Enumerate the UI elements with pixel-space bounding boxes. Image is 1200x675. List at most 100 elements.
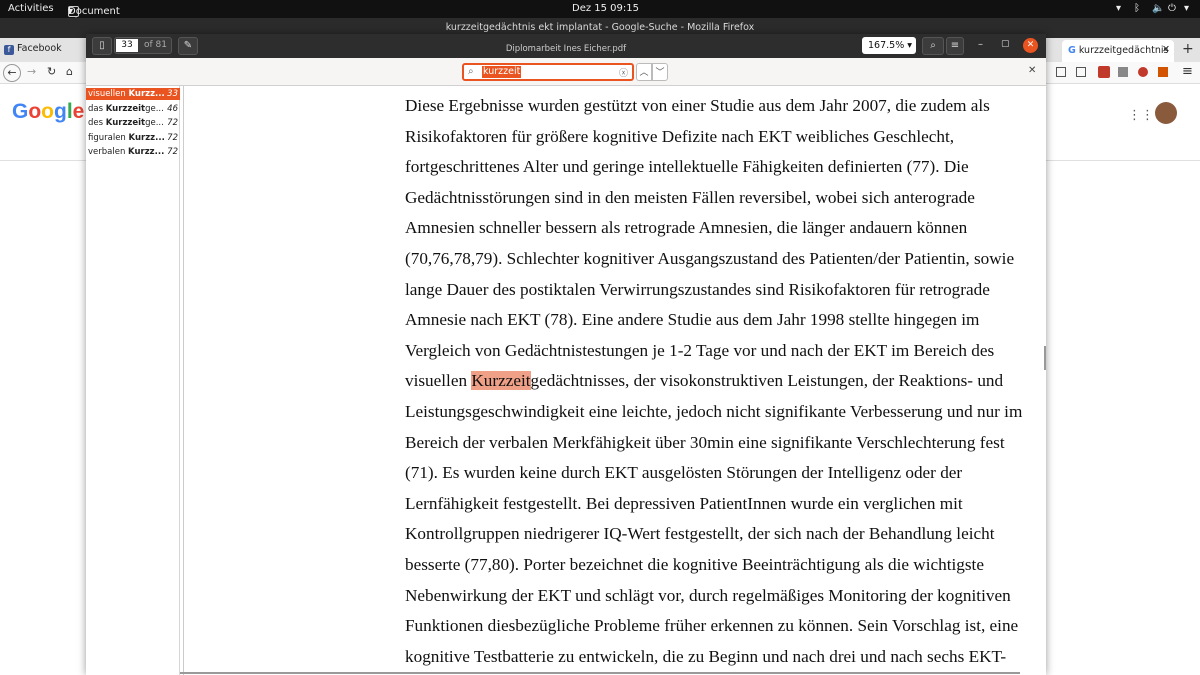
annotate-pencil-icon[interactable]: ✎ (178, 37, 198, 55)
library-icon[interactable] (1056, 67, 1066, 77)
search-result-item[interactable]: verbalen Kurzz... 72 (86, 146, 181, 158)
search-result-item[interactable]: das Kurzzeitge... 46 (86, 103, 181, 115)
system-menu-chevron-icon[interactable]: ▾ (1184, 3, 1189, 14)
search-toggle-button[interactable]: ⌕ (922, 37, 944, 55)
document-text-line: Vergleich von Gedächtnistestungen je 1-2… (405, 340, 995, 360)
zoom-value: 167.5% (868, 40, 905, 51)
document-page-view[interactable]: Diese Ergebnisse wurden gestützt von ein… (180, 86, 1046, 675)
result-page-number: 46 (167, 103, 178, 114)
page-number-input[interactable]: 33 (116, 39, 138, 52)
result-page-number: 72 (167, 118, 178, 128)
result-context: ge... (145, 118, 164, 128)
new-tab-button[interactable]: + (1182, 41, 1194, 57)
tab-facebook[interactable]: f Facebook (4, 43, 62, 57)
result-context: visuellen (88, 89, 129, 99)
google-tab-icon: G (1068, 45, 1076, 56)
chevron-down-icon: ▾ (68, 6, 74, 17)
close-findbar-icon[interactable]: ✕ (1028, 65, 1036, 76)
result-match: Kurzz... (128, 147, 165, 157)
sidebar-icon[interactable] (1076, 67, 1086, 77)
result-context: des (88, 118, 106, 128)
extension-megaphone-icon[interactable] (1158, 67, 1168, 77)
google-logo[interactable]: Google (12, 100, 84, 124)
tab-active[interactable]: G kurzzeitgedächtnis ✕ (1062, 40, 1174, 62)
document-text-line: Amnesien schneller bessern als retrograd… (405, 218, 968, 238)
document-text-line: visuellen Kurzzeitgedächtnisses, der vis… (405, 371, 1004, 391)
volume-icon[interactable]: 🔈 (1152, 3, 1164, 14)
zoom-select[interactable]: 167.5% ▾ (862, 37, 916, 54)
search-results-sidebar: visuellen Kurzz... 33 das Kurzzeitge... 46 d… (86, 86, 181, 675)
apps-grid-icon[interactable]: ⋮⋮ (1128, 108, 1154, 123)
search-result-item[interactable]: des Kurzzeitge... 72 (86, 117, 181, 129)
result-context: verbalen (88, 147, 129, 157)
power-icon[interactable]: ⏻ (1168, 3, 1176, 14)
result-page-number: 72 (167, 147, 178, 157)
page-total: of 81 (144, 40, 167, 50)
network-icon[interactable]: ▾ (1116, 3, 1121, 14)
result-context: figuralen (88, 132, 129, 143)
search-input[interactable]: ⌕ kurzzeit ⓧ (462, 63, 634, 81)
result-match: Kurzz... (128, 89, 165, 99)
ublock-icon[interactable] (1098, 66, 1110, 78)
chevron-down-icon: ▾ (907, 40, 912, 51)
clock[interactable]: Dez 15 09:15 (572, 3, 639, 14)
close-window-button[interactable]: ✕ (1023, 38, 1038, 53)
menu-icon[interactable]: ≡ (1182, 64, 1193, 79)
document-viewer-window: ▯ 33 of 81 ✎ Diplomarbeit Ines Eicher.pd… (86, 34, 1046, 675)
result-page-number: 72 (167, 132, 178, 143)
close-tab-icon[interactable]: ✕ (1162, 44, 1170, 55)
sidebar-toggle-button[interactable]: ▯ (92, 37, 112, 55)
avatar[interactable] (1155, 102, 1177, 124)
search-result-item[interactable]: visuellen Kurzz... 33 (86, 88, 181, 100)
document-text-line: kognitive Testbatterie zu entwickeln, di… (405, 646, 1007, 666)
document-text-line: lange Dauer des postiktalen Verwirrungsz… (405, 279, 990, 299)
search-value: kurzzeit (482, 66, 522, 78)
maximize-button[interactable]: ▢ (1001, 39, 1010, 49)
vertical-scrollbar[interactable] (1044, 346, 1046, 370)
document-text-line: Diese Ergebnisse wurden gestützt von ein… (405, 96, 990, 115)
document-title: Diplomarbeit Ines Eicher.pdf (505, 44, 627, 54)
document-text-line: Gedächtnisstörungen sind in den meisten … (405, 187, 975, 207)
result-context: das (88, 103, 106, 114)
document-text-line: Kontrollgruppen niedrigerer IQ-Wert fest… (405, 524, 995, 544)
page-selector[interactable]: 33 of 81 (114, 37, 172, 54)
back-button[interactable]: ← (3, 64, 21, 82)
document-text-line: fortgeschrittenes Alter und geringe inte… (405, 157, 969, 177)
document-text-line: besserte (77,80). Porter bezeichnet die … (405, 555, 984, 574)
document-text-line: Funktionen diesbezügliche Probleme frühe… (405, 616, 1019, 636)
find-bar: ⌕ kurzzeit ⓧ ︿ ﹀ ✕ (86, 58, 1046, 86)
system-top-bar: Activities Document Viewer ▾ Dez 15 09:1… (0, 0, 1200, 28)
horizontal-scrollbar[interactable] (180, 672, 1020, 674)
search-icon: ⌕ (468, 66, 474, 77)
tab-active-label: kurzzeitgedächtnis (1078, 45, 1169, 56)
extension-icon[interactable] (1118, 67, 1128, 77)
reload-button[interactable]: ↻ (47, 65, 56, 78)
bluetooth-icon[interactable]: ᛒ (1134, 3, 1140, 14)
extension-red-icon[interactable] (1138, 67, 1148, 77)
forward-button[interactable]: → (27, 65, 36, 78)
menu-button[interactable]: ≡ (946, 37, 964, 55)
document-text-line: Lernfähigkeit festgestellt. Bei depressi… (405, 493, 963, 513)
document-text-line: Nebenwirkung der EKT und schlägt vor, du… (405, 585, 1011, 605)
result-match: Kurzzeit (105, 103, 146, 114)
result-match: Kurzz... (128, 132, 165, 143)
document-text-line: (71). Es wurden keine durch EKT ausgelös… (405, 463, 963, 483)
document-text-line: (70,76,78,79). Schlechter kognitiver Aus… (405, 249, 1015, 268)
previous-result-button[interactable]: ︿ (636, 63, 652, 81)
facebook-icon: f (4, 45, 14, 55)
activities-button[interactable]: Activities (8, 3, 54, 14)
next-result-button[interactable]: ﹀ (652, 63, 668, 81)
result-match: Kurzzeit (105, 118, 146, 128)
document-text-line: Amnesie nach EKT (78). Eine andere Studi… (405, 310, 980, 330)
minimize-button[interactable]: – (978, 39, 983, 50)
result-context: ge... (145, 103, 164, 114)
search-result-item[interactable]: figuralen Kurzz... 72 (86, 132, 181, 144)
home-button[interactable]: ⌂ (66, 65, 73, 78)
result-page-number: 33 (167, 89, 178, 99)
document-text-line: Leistungsgeschwindigkeit eine leichte, j… (405, 402, 1023, 421)
viewer-header-bar: ▯ 33 of 81 ✎ Diplomarbeit Ines Eicher.pd… (86, 34, 1046, 58)
document-text-line: Risikofaktoren für größere kognitive Def… (405, 126, 955, 146)
document-text-line: Bereich der verbalen Merkfähigkeit über … (405, 432, 1005, 452)
tab-facebook-label: Facebook (17, 43, 62, 54)
clear-search-icon[interactable]: ⓧ (619, 66, 628, 79)
